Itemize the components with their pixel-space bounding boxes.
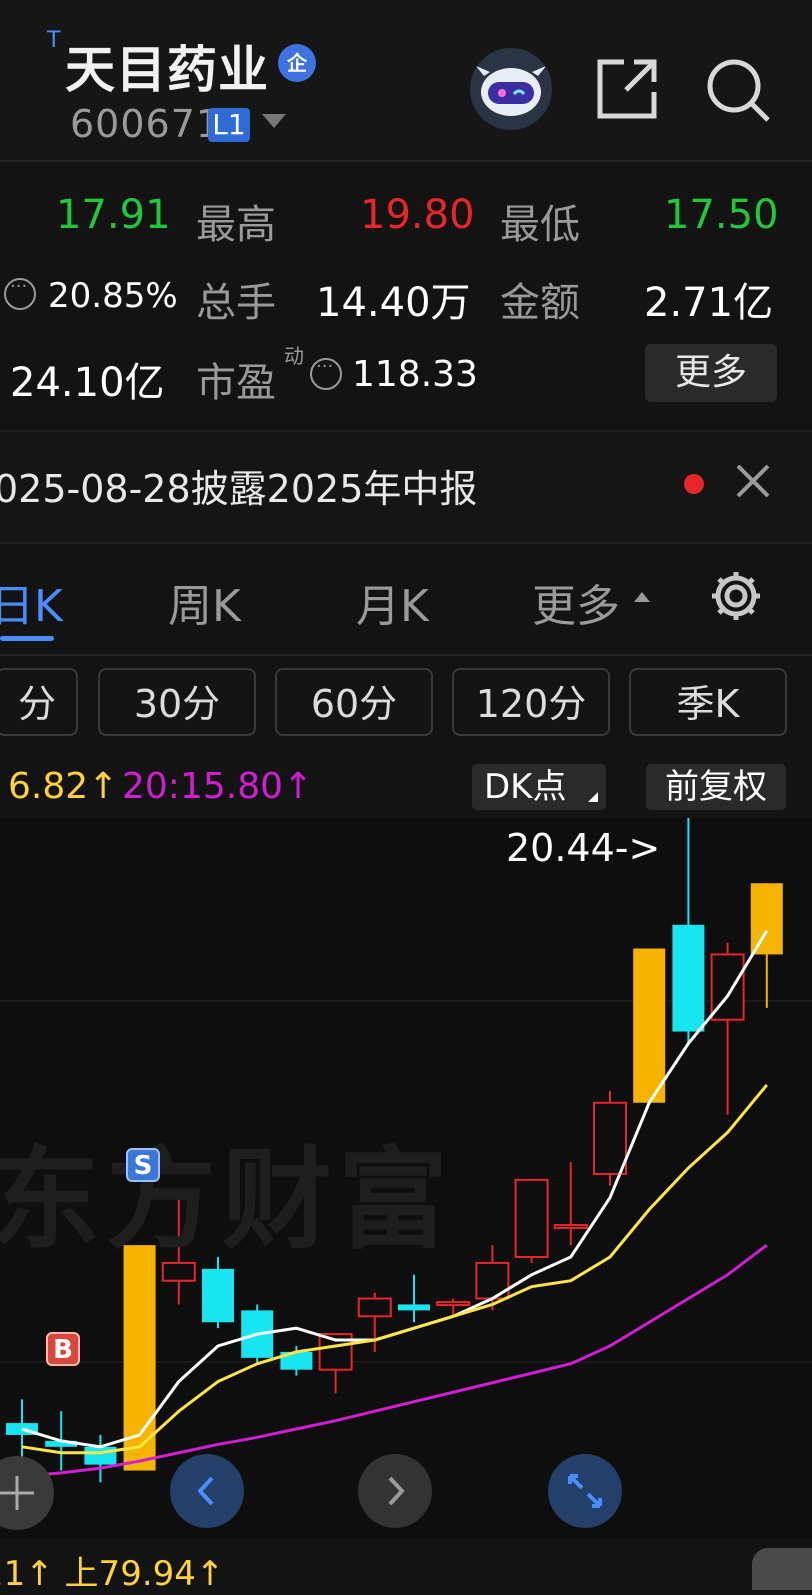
stock-name: 天目药业: [65, 41, 269, 99]
sub-indicator-values: 21↑ 上79.94↑: [0, 1546, 224, 1595]
watermark: 东方财富: [0, 1136, 454, 1264]
divider: [0, 654, 812, 656]
sub-value: 21↑ 上79.94↑: [0, 1554, 225, 1594]
market-cap-value: 24.10亿: [10, 360, 165, 406]
chevron-right-icon: [388, 1476, 405, 1506]
candle-body[interactable]: [633, 948, 666, 1103]
prev-button[interactable]: [170, 1454, 244, 1528]
notice-text[interactable]: 025-08-28披露2025年中报: [0, 458, 477, 513]
chevron-left-icon: [197, 1476, 214, 1506]
candle-body[interactable]: [553, 1223, 588, 1229]
candle-body[interactable]: [202, 1268, 234, 1323]
chevron-down-icon[interactable]: [262, 114, 286, 128]
info-icon[interactable]: [4, 276, 36, 310]
dk-point-button[interactable]: DK点: [472, 764, 606, 810]
divider: [0, 160, 812, 162]
assistant-avatar-icon[interactable]: [470, 48, 552, 130]
candle-body[interactable]: [750, 883, 783, 955]
more-button[interactable]: 更多: [645, 344, 777, 402]
search-icon[interactable]: [704, 56, 772, 124]
low-label: 最低: [500, 202, 580, 248]
sell-marker[interactable]: S: [126, 1148, 160, 1182]
info-icon[interactable]: [310, 356, 342, 390]
expand-button[interactable]: [548, 1454, 622, 1528]
corner-caret-icon: [588, 792, 598, 802]
low-value: 17.50: [664, 192, 779, 238]
candle-body[interactable]: [514, 1178, 549, 1258]
adjust-button[interactable]: 前复权: [646, 764, 786, 810]
candle-body[interactable]: [357, 1297, 392, 1318]
caret-up-icon: [634, 592, 650, 602]
add-indicator-button[interactable]: [0, 1456, 54, 1530]
next-button[interactable]: [358, 1454, 432, 1528]
open-value: 17.91: [56, 192, 171, 238]
candle-body[interactable]: [436, 1301, 471, 1307]
candle-body[interactable]: [84, 1446, 117, 1465]
candle-body[interactable]: [593, 1101, 627, 1175]
unread-dot-icon: [684, 474, 704, 494]
period-button-min[interactable]: 分: [0, 668, 78, 736]
buy-marker[interactable]: B: [46, 1332, 80, 1366]
level-badge: L1: [208, 108, 250, 142]
ma-value-2: 20:15.80↑: [122, 766, 314, 807]
volume-label: 总手: [196, 280, 276, 326]
high-label: 最高: [196, 202, 276, 248]
tab-day-k[interactable]: 日K: [0, 570, 63, 634]
tab-more[interactable]: 更多: [532, 570, 620, 634]
pe-dynamic-sup: 动: [284, 344, 304, 368]
corner-button[interactable]: [752, 1548, 812, 1590]
amount-label: 金额: [500, 280, 580, 326]
candle-body[interactable]: [672, 924, 705, 1032]
plus-icon: [0, 1476, 34, 1510]
close-icon[interactable]: [734, 462, 772, 500]
period-button-120min[interactable]: 120分: [452, 668, 610, 736]
max-price-label: 20.44->: [506, 826, 661, 870]
expand-icon: [568, 1474, 602, 1508]
candle-body[interactable]: [398, 1304, 430, 1311]
pe-value: 118.33: [352, 354, 478, 395]
period-button-quarter[interactable]: 季K: [629, 668, 787, 736]
stock-code[interactable]: 600671: [70, 102, 221, 146]
period-button-60min[interactable]: 60分: [275, 668, 433, 736]
ma-value-1: 6.82↑: [8, 766, 119, 807]
amount-value: 2.71亿: [644, 280, 774, 326]
high-value: 19.80: [360, 192, 475, 238]
tab-week-k[interactable]: 周K: [168, 570, 241, 634]
tab-month-k[interactable]: 月K: [356, 570, 429, 634]
volume-value: 14.40万: [316, 280, 471, 326]
period-button-30min[interactable]: 30分: [98, 668, 256, 736]
pe-label: 市盈: [196, 360, 276, 406]
enterprise-badge: 企: [278, 44, 316, 82]
gear-icon[interactable]: [708, 568, 764, 624]
turnover-value: 20.85%: [48, 276, 178, 316]
stock-prefix-mark: T: [47, 28, 61, 53]
active-tab-indicator: [0, 636, 54, 641]
share-icon[interactable]: [594, 56, 660, 122]
